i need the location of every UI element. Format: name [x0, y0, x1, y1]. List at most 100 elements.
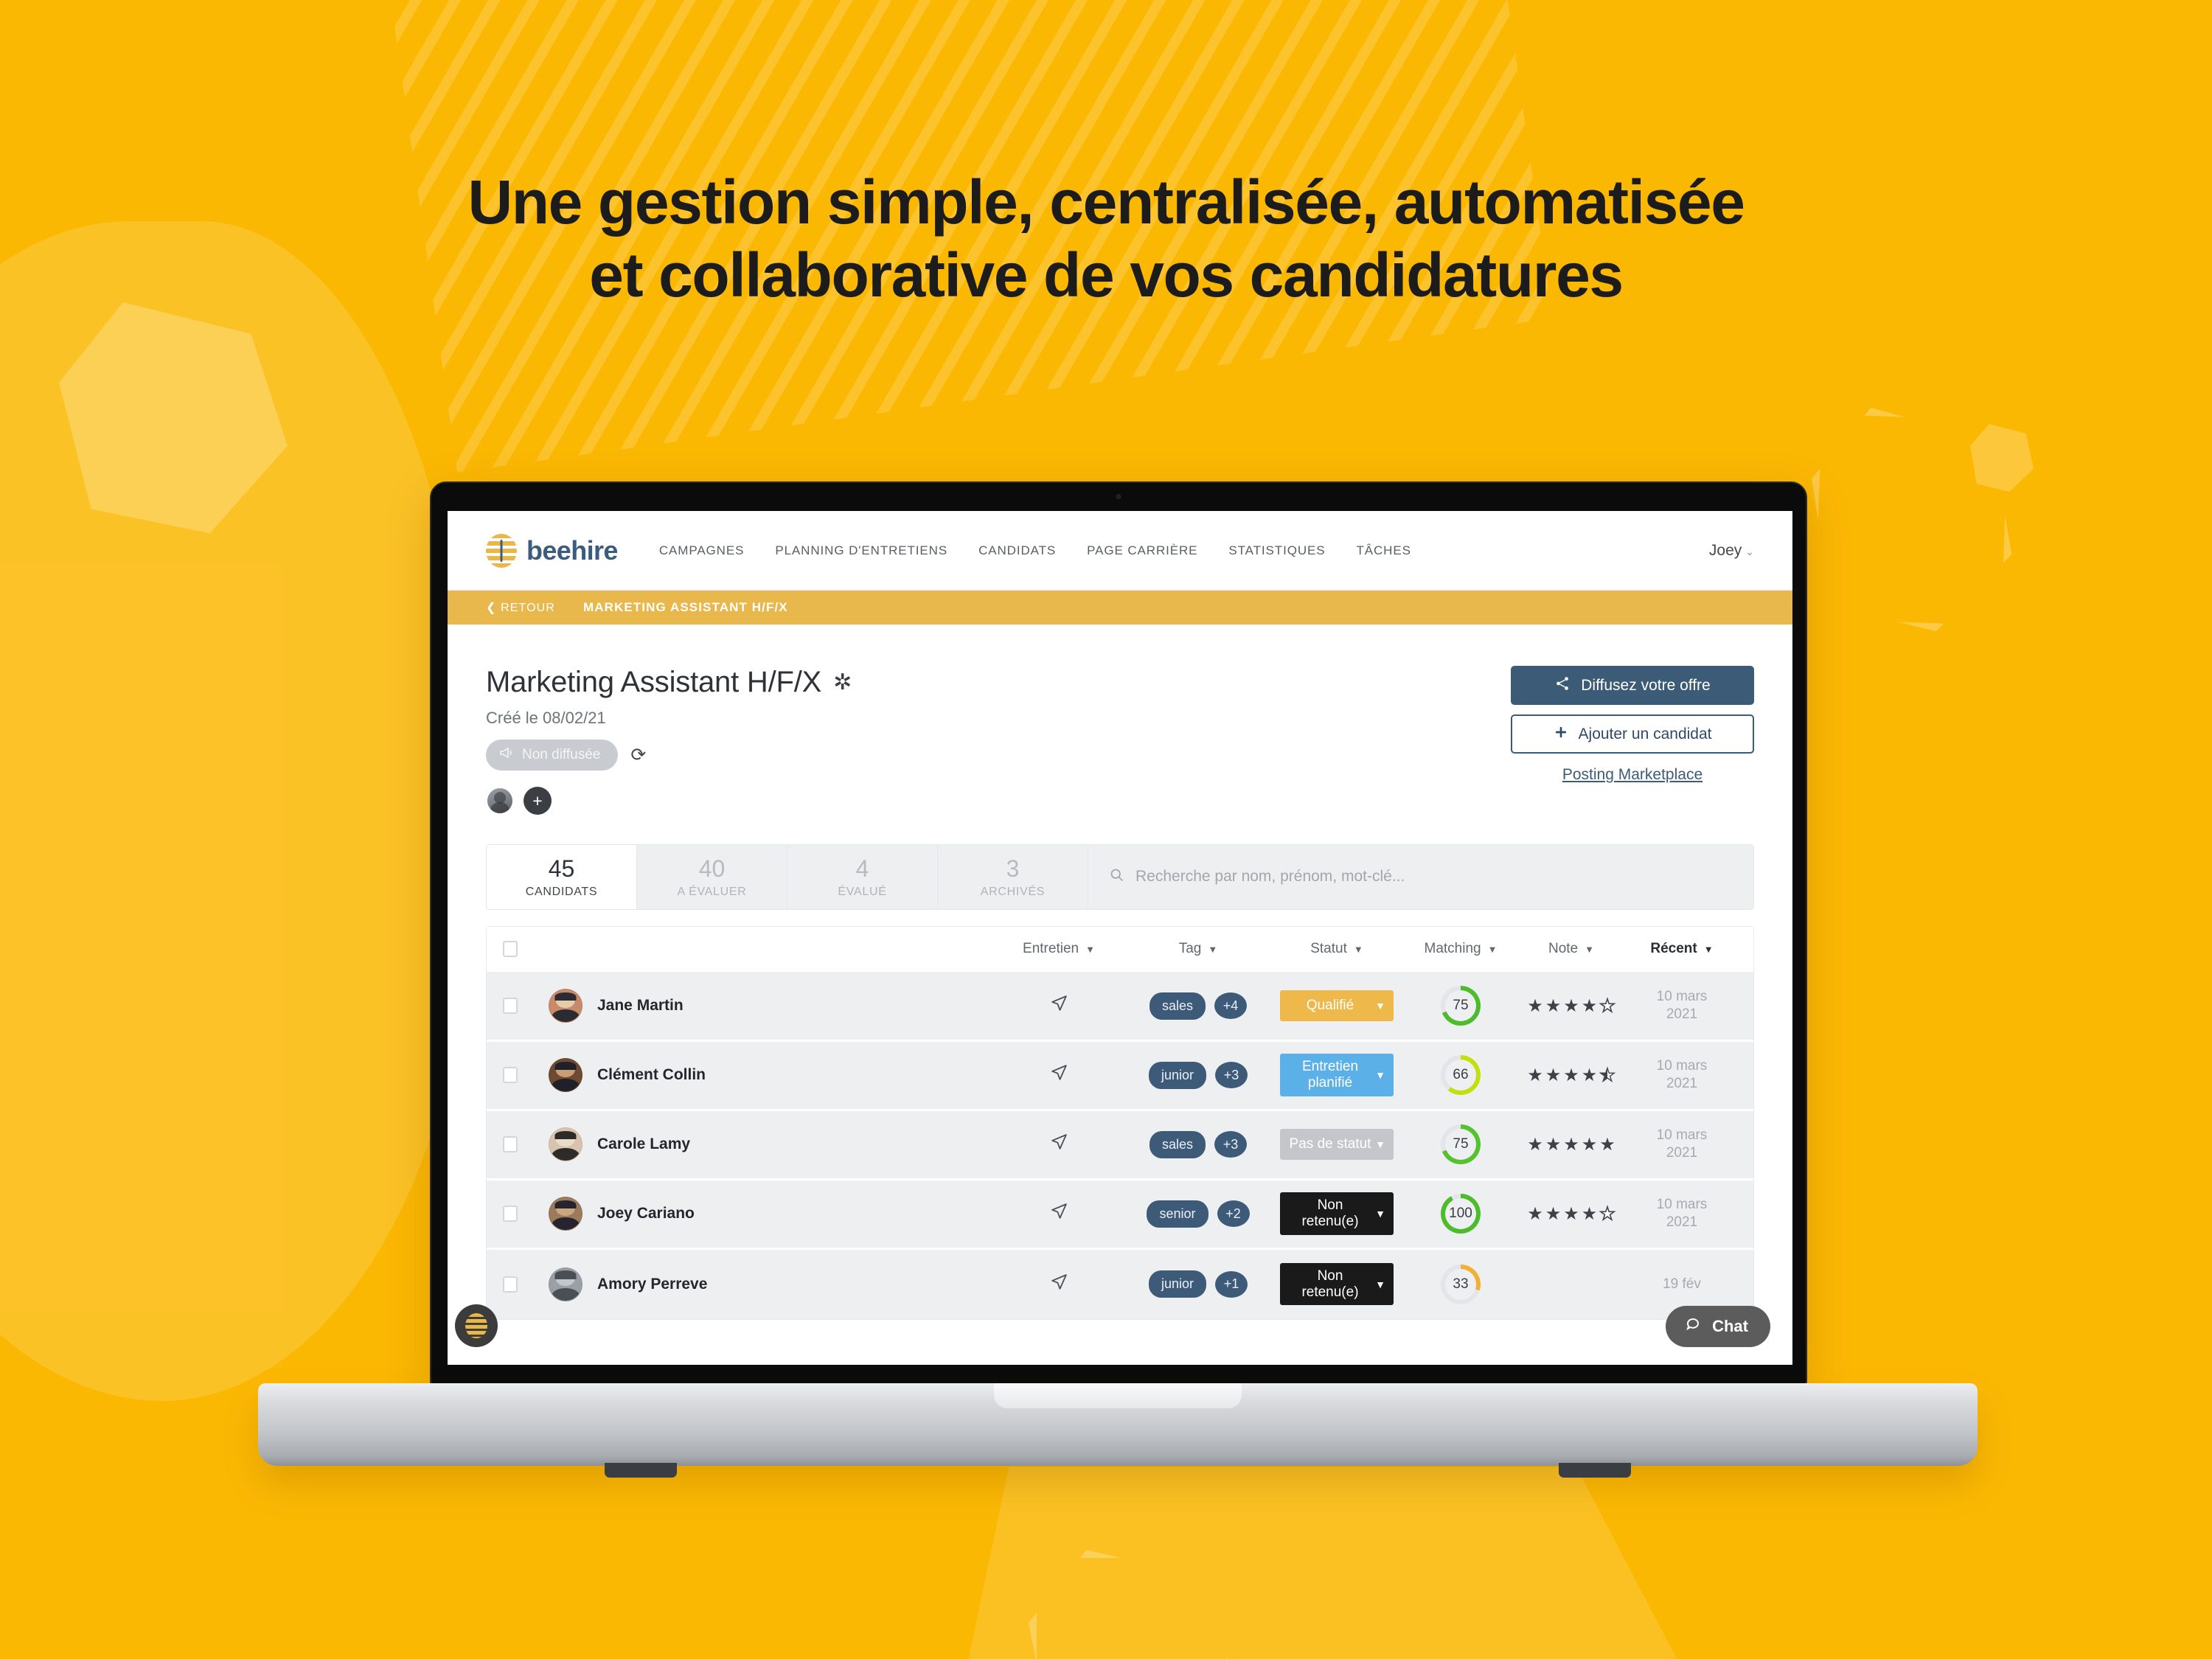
laptop-foot-right — [1559, 1463, 1631, 1478]
nav-item-campagnes[interactable]: CAMPAGNES — [659, 543, 744, 558]
status-dropdown[interactable]: Pas de statut ▼ — [1280, 1129, 1394, 1161]
table-row[interactable]: Amory Perreve junior +1 Non retenu(e) ▼ — [487, 1249, 1753, 1319]
star-rating[interactable]: ★ ★ ★ ★ ★ — [1516, 995, 1627, 1017]
row-checkbox[interactable] — [503, 1067, 518, 1084]
table-row[interactable]: Clément Collin junior +3 Entretien plani… — [487, 1041, 1753, 1111]
search-input[interactable]: Recherche par nom, prénom, mot-clé... — [1088, 845, 1753, 909]
tab-archives[interactable]: 3 ARCHIVÉS — [938, 845, 1088, 909]
row-date: 10 mars 2021 — [1656, 1127, 1708, 1161]
posting-marketplace-link[interactable]: Posting Marketplace — [1511, 766, 1754, 784]
star-rating[interactable]: ★ ★ ★ ★ ★ — [1516, 1134, 1627, 1155]
tag-pill[interactable]: junior — [1148, 1270, 1207, 1298]
status-label: Qualifié — [1306, 998, 1354, 1014]
tag-pill[interactable]: senior — [1147, 1200, 1208, 1228]
refresh-icon[interactable]: ⟳ — [630, 744, 646, 766]
webcam-icon — [1116, 494, 1121, 499]
row-checkbox[interactable] — [503, 1276, 518, 1293]
status-dropdown[interactable]: Qualifié ▼ — [1280, 990, 1394, 1022]
row-checkbox[interactable] — [503, 1136, 518, 1153]
avatar[interactable] — [549, 1197, 582, 1231]
tag-pill[interactable]: junior — [1148, 1061, 1207, 1089]
back-button[interactable]: ❮ RETOUR — [486, 600, 555, 615]
statut-cell: Entretien planifié ▼ — [1268, 1054, 1405, 1096]
row-select-cell — [503, 1067, 549, 1084]
tag-pill[interactable]: sales — [1149, 992, 1206, 1020]
table-row[interactable]: Carole Lamy sales +3 Pas de statut ▼ 75 … — [487, 1110, 1753, 1180]
nav-item-page-carriere[interactable]: PAGE CARRIÈRE — [1087, 543, 1197, 558]
avatar[interactable] — [486, 787, 514, 815]
tag-pill[interactable]: sales — [1149, 1130, 1206, 1158]
nav-item-candidats[interactable]: CANDIDATS — [978, 543, 1056, 558]
avatar[interactable] — [549, 1267, 582, 1301]
column-header-entretien[interactable]: Entretien ▼ — [1023, 941, 1095, 957]
send-icon[interactable] — [1050, 1273, 1068, 1295]
column-header-note[interactable]: Note ▼ — [1548, 941, 1594, 957]
row-checkbox[interactable] — [503, 1206, 518, 1222]
nav-item-taches[interactable]: TÂCHES — [1356, 543, 1411, 558]
column-header-tag[interactable]: Tag ▼ — [1179, 941, 1218, 957]
star-filled-icon: ★ — [1527, 995, 1543, 1016]
send-icon[interactable] — [1050, 1203, 1068, 1225]
star-filled-icon: ★ — [1527, 1134, 1543, 1155]
row-date: 10 mars 2021 — [1656, 1058, 1708, 1092]
entretien-cell — [990, 1273, 1128, 1296]
table-row[interactable]: Jane Martin sales +4 Qualifié ▼ 75 ★ ★ ★… — [487, 972, 1753, 1042]
matching-cell: 75 — [1405, 1124, 1516, 1165]
status-dropdown[interactable]: Entretien planifié ▼ — [1280, 1054, 1394, 1096]
candidate-name: Carole Lamy — [597, 1135, 691, 1153]
column-header-recent[interactable]: Récent ▼ — [1650, 941, 1713, 957]
note-cell: ★ ★ ★ ★ ★ — [1516, 995, 1627, 1017]
candidate-cell: Amory Perreve — [549, 1267, 990, 1301]
add-member-button[interactable]: + — [524, 787, 552, 815]
nav-item-statistiques[interactable]: STATISTIQUES — [1228, 543, 1325, 558]
candidates-table: Entretien ▼ Tag ▼ Statut ▼ Matching ▼ Note ▼ … — [486, 925, 1754, 1320]
chevron-down-icon: ▼ — [1375, 1000, 1385, 1012]
avatar[interactable] — [549, 1058, 582, 1093]
entretien-cell — [990, 994, 1128, 1018]
tab-candidats[interactable]: 45 CANDIDATS — [487, 845, 637, 909]
tag-cell: junior +1 — [1128, 1270, 1268, 1298]
tag-more-count[interactable]: +4 — [1214, 992, 1248, 1020]
chat-button[interactable]: Chat — [1666, 1306, 1770, 1347]
tag-more-count[interactable]: +1 — [1215, 1270, 1248, 1298]
tag-more-count[interactable]: +3 — [1215, 1062, 1248, 1089]
diffusion-status-label: Non diffusée — [522, 747, 601, 762]
avatar[interactable] — [549, 989, 582, 1023]
star-filled-icon: ★ — [1599, 1134, 1615, 1155]
beehire-launcher-button[interactable] — [455, 1304, 498, 1347]
star-rating[interactable]: ★ ★ ★ ★ ★ — [1516, 1065, 1627, 1086]
app-navbar: beehire CAMPAGNES PLANNING D'ENTRETIENS … — [448, 511, 1792, 591]
status-dropdown[interactable]: Non retenu(e) ▼ — [1280, 1262, 1394, 1306]
user-menu[interactable]: Joey ⌄ — [1709, 542, 1754, 560]
table-row[interactable]: Joey Cariano senior +2 Non retenu(e) ▼ 1… — [487, 1180, 1753, 1250]
candidate-tabs: 45 CANDIDATS 40 A ÉVALUER 4 ÉVALUÉ 3 ARC… — [486, 844, 1754, 910]
beehire-logo[interactable]: beehire — [486, 533, 618, 568]
laptop-notch — [1048, 483, 1189, 508]
status-label: Non retenu(e) — [1301, 1267, 1359, 1300]
row-checkbox[interactable] — [503, 998, 518, 1015]
nav-item-planning-entretiens[interactable]: PLANNING D'ENTRETIENS — [775, 543, 947, 558]
star-empty-icon: ★ — [1599, 1203, 1615, 1225]
candidate-cell: Carole Lamy — [549, 1127, 990, 1162]
status-dropdown[interactable]: Non retenu(e) ▼ — [1280, 1192, 1394, 1235]
tab-evalue[interactable]: 4 ÉVALUÉ — [787, 845, 938, 909]
add-candidate-button[interactable]: Ajouter un candidat — [1511, 714, 1754, 754]
tab-a-evaluer[interactable]: 40 A ÉVALUER — [637, 845, 787, 909]
avatar[interactable] — [549, 1127, 582, 1162]
user-name: Joey — [1708, 541, 1742, 559]
tab-candidats-label: CANDIDATS — [525, 885, 598, 898]
column-header-matching[interactable]: Matching ▼ — [1425, 941, 1498, 957]
column-header-statut[interactable]: Statut ▼ — [1310, 941, 1363, 957]
send-icon[interactable] — [1050, 995, 1068, 1017]
statut-cell: Pas de statut ▼ — [1268, 1129, 1405, 1161]
matching-cell: 75 — [1405, 986, 1516, 1026]
star-rating[interactable]: ★ ★ ★ ★ ★ — [1516, 1203, 1627, 1225]
gear-icon[interactable]: ✲ — [833, 669, 852, 695]
select-all-checkbox[interactable] — [503, 941, 518, 958]
share-offer-button[interactable]: Diffusez votre offre — [1511, 666, 1754, 705]
tag-more-count[interactable]: +2 — [1217, 1200, 1250, 1228]
tag-more-count[interactable]: +3 — [1214, 1131, 1248, 1158]
matching-score-ring: 75 — [1441, 986, 1481, 1026]
send-icon[interactable] — [1050, 1065, 1068, 1086]
send-icon[interactable] — [1050, 1134, 1068, 1155]
